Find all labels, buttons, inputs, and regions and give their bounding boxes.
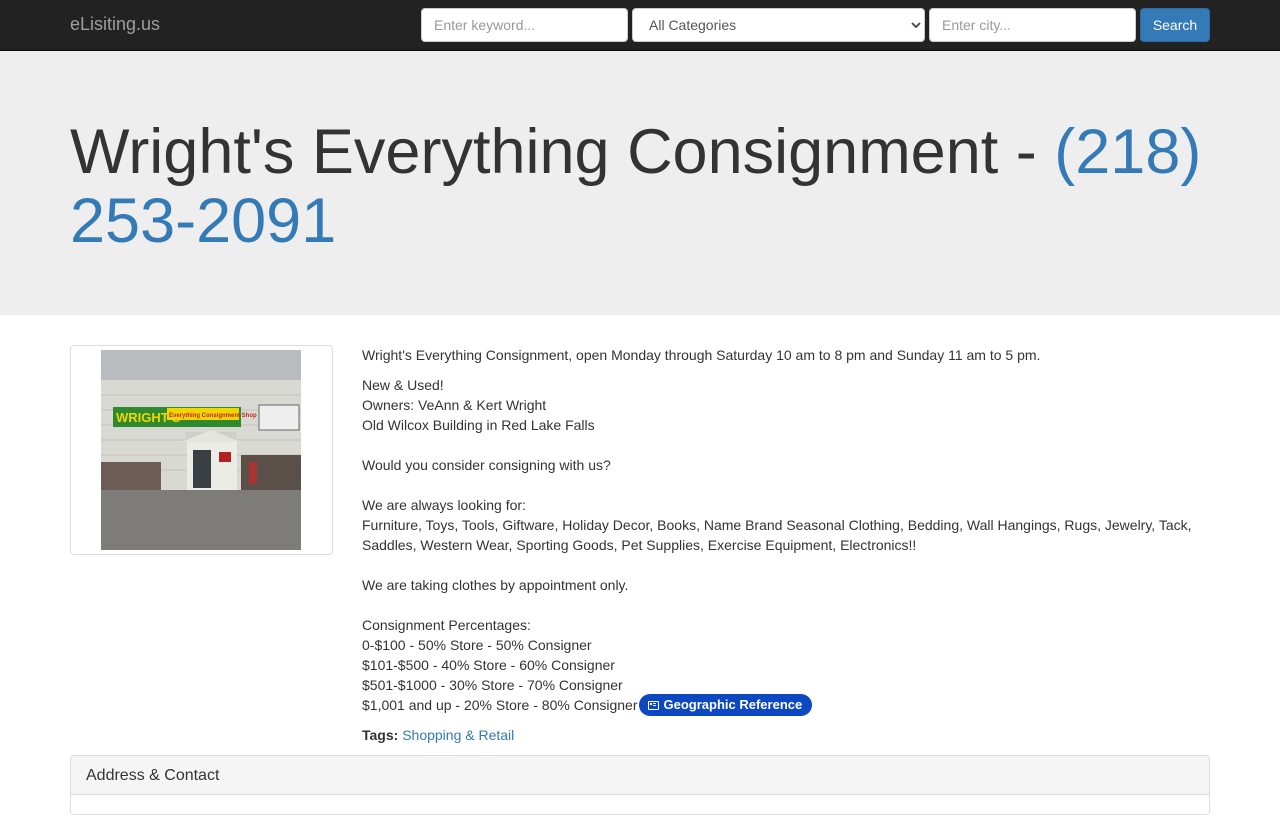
listing-description: Wright's Everything Consignment, open Mo… [362,345,1212,716]
listing-thumbnail: WRIGHT'S Everything Consignment Shop [70,345,333,555]
listing-name: Wright's Everything Consignment - [70,117,1055,187]
panel-heading: Address & Contact [71,756,1209,795]
tags-label: Tags: [362,727,399,743]
items-line: Furniture, Toys, Tools, Giftware, Holida… [362,517,1192,553]
percentage-line: $101-$500 - 40% Store - 60% Consigner [362,657,615,673]
storefront-image: WRIGHT'S Everything Consignment Shop [101,350,301,550]
address-contact-panel: Address & Contact [70,755,1210,815]
owners-line: Owners: VeAnn & Kert Wright [362,397,547,413]
geographic-reference-button[interactable]: Geographic Reference [638,693,813,716]
search-button[interactable]: Search [1140,8,1210,42]
brand-link[interactable]: eLisiting.us [70,14,160,35]
percentages-title: Consignment Percentages: [362,617,531,633]
storefront-photo: WRIGHT'S Everything Consignment Shop [101,350,301,550]
looking-line: We are always looking for: [362,497,526,513]
consider-line: Would you consider consigning with us? [362,457,611,473]
percentage-line: 0-$100 - 50% Store - 50% Consigner [362,637,592,653]
new-used-line: New & Used! [362,377,444,393]
sign-sub-text: Everything Consignment Shop [169,413,257,419]
document-icon [647,700,659,710]
listing-header: Wright's Everything Consignment - (218) … [0,51,1280,315]
top-navbar: eLisiting.us All Categories Search [0,0,1280,51]
details-block: New & Used! Owners: VeAnn & Kert Wright … [362,375,1212,716]
category-select[interactable]: All Categories [632,8,925,42]
keyword-input[interactable] [421,8,628,42]
building-line: Old Wilcox Building in Red Lake Falls [362,417,595,433]
percentage-line-last: $1,001 and up - 20% Store - 80% Consigne… [362,693,1212,716]
tag-link[interactable]: Shopping & Retail [402,727,514,743]
percentage-text: $1,001 and up - 20% Store - 80% Consigne… [362,697,638,713]
listing-title: Wright's Everything Consignment - (218) … [70,118,1220,256]
clothes-line: We are taking clothes by appointment onl… [362,577,629,593]
tags-row: Tags: Shopping & Retail [362,725,514,745]
geographic-reference-label: Geographic Reference [663,696,803,712]
percentage-line: $501-$1000 - 30% Store - 70% Consigner [362,677,623,693]
city-input[interactable] [929,8,1136,42]
intro-paragraph: Wright's Everything Consignment, open Mo… [362,347,1041,363]
